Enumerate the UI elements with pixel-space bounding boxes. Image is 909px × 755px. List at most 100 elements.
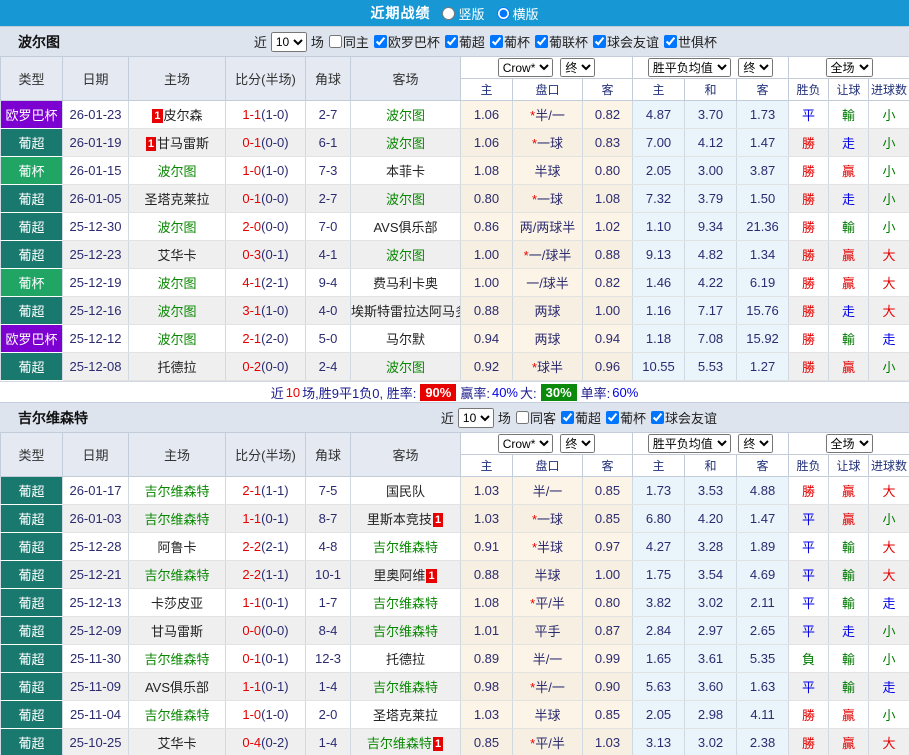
team-section-home: 波尔图 近 10 场同主 欧罗巴杯 葡超 葡杯 葡联杯 球会友谊 世俱杯 类型 日期 主场 比分…: [0, 26, 909, 402]
corners-cell: 2-4: [305, 352, 351, 381]
corners-cell: 4-8: [305, 532, 351, 561]
odds-stage-select[interactable]: 终: [560, 58, 596, 77]
checkbox[interactable]: [663, 35, 677, 48]
avg-draw-cell: 7.17: [684, 296, 738, 325]
home-team-cell: 1 皮尔森: [128, 100, 226, 129]
home-odds-cell: 0.94: [460, 324, 513, 353]
avg-stage-select[interactable]: 终: [738, 434, 774, 453]
score-cell: 0-3(0-1): [225, 240, 306, 269]
team-link: 波尔图: [157, 164, 197, 179]
avg-home-cell: 7.00: [632, 128, 686, 157]
filter-checkbox-label: 葡杯: [503, 35, 530, 50]
handicap-text: 两球: [534, 304, 561, 319]
bookmaker-select[interactable]: Crow*: [497, 434, 553, 453]
avg-draw-cell: 4.22: [684, 268, 738, 297]
avg-home-cell: 5.63: [632, 672, 686, 701]
goals-result-cell: 小: [868, 352, 909, 381]
match-row: 葡超 25-11-30 吉尔维森特 0-1(0-1) 12-3 托德拉 0.89 半/一 0.9…: [0, 644, 909, 673]
fulltime-score: 1-1: [242, 595, 262, 610]
away-odds-cell: 0.85: [581, 700, 634, 729]
avg-type-select[interactable]: 胜平负均值: [647, 58, 731, 77]
checkbox[interactable]: [489, 35, 503, 48]
checkbox[interactable]: [650, 411, 664, 424]
home-odds-cell: 0.98: [460, 672, 513, 701]
date-cell: 26-01-19: [62, 128, 129, 157]
away-team-cell: 埃斯特雷拉达阿马多拉: [350, 296, 461, 325]
team-link: 吉尔维森特: [144, 708, 210, 723]
avg-home-cell: 1.46: [632, 268, 686, 297]
fulltime-score: 0-3: [242, 247, 262, 262]
games-label: 场: [310, 35, 324, 50]
filter-checkbox-葡联杯[interactable]: 葡联杯: [534, 32, 588, 51]
checkbox[interactable]: [592, 35, 606, 48]
odds-stage-select[interactable]: 终: [560, 434, 596, 453]
avg-home-cell: 10.55: [632, 352, 686, 381]
filter-checkbox-葡超[interactable]: 葡超: [444, 32, 485, 51]
competition-type-cell: 欧罗巴杯: [0, 324, 63, 353]
checkbox[interactable]: [444, 35, 458, 48]
away-team-cell: 吉尔维森特: [350, 532, 461, 561]
checkbox[interactable]: [534, 35, 548, 48]
bookmaker-select[interactable]: Crow*: [497, 58, 553, 77]
checkbox[interactable]: [560, 411, 574, 424]
goals-result-cell: 走: [868, 324, 909, 353]
away-team-cell: 吉尔维森特: [350, 588, 461, 617]
recent-count-select[interactable]: 10: [457, 407, 494, 428]
filter-checkbox-label: 球会友谊: [606, 35, 659, 50]
filter-checkbox-同主[interactable]: 同主: [328, 32, 369, 51]
filter-checkbox-欧罗巴杯[interactable]: 欧罗巴杯: [373, 32, 440, 51]
away-odds-cell: 1.02: [581, 212, 634, 241]
recent-count-select[interactable]: 10: [270, 31, 307, 52]
handicap-cell: *一球: [512, 504, 583, 533]
checkbox[interactable]: [515, 411, 529, 424]
away-odds-cell: 1.08: [581, 184, 634, 213]
handicap-cell: *球半: [512, 352, 583, 381]
home-team-cell: 吉尔维森特: [128, 700, 226, 729]
team-link: 波尔图: [385, 192, 425, 207]
score-cell: 0-2(0-0): [225, 352, 306, 381]
handicap-cell: 半球: [512, 156, 583, 185]
filter-checkbox-球会友谊[interactable]: 球会友谊: [650, 408, 717, 427]
avg-away-cell: 2.11: [736, 588, 790, 617]
avg-type-select[interactable]: 胜平负均值: [647, 434, 731, 453]
filter-checkbox-葡杯[interactable]: 葡杯: [605, 408, 646, 427]
handicap-cell: *一球: [512, 184, 583, 213]
away-odds-cell: 0.90: [581, 672, 634, 701]
handicap-result-cell: 贏: [828, 156, 870, 185]
filter-checkbox-世俱杯[interactable]: 世俱杯: [663, 32, 717, 51]
home-odds-cell: 1.00: [460, 240, 513, 269]
scope-select[interactable]: 全场: [825, 434, 873, 453]
horizontal-radio[interactable]: [496, 6, 510, 20]
handicap-text: 平/半: [535, 736, 565, 751]
filter-checkbox-葡超[interactable]: 葡超: [560, 408, 601, 427]
col-corners: 角球: [305, 432, 351, 477]
score-cell: 1-1(0-1): [225, 504, 306, 533]
checkbox[interactable]: [605, 411, 619, 424]
checkbox[interactable]: [373, 35, 387, 48]
date-cell: 26-01-23: [62, 100, 129, 129]
vertical-radio[interactable]: [442, 6, 456, 20]
handicap-result-cell: 贏: [828, 728, 870, 755]
result-cell: 平: [788, 588, 830, 617]
scope-select[interactable]: 全场: [825, 58, 873, 77]
home-team-cell: 吉尔维森特: [128, 560, 226, 589]
result-cell: 平: [788, 616, 830, 645]
halftime-score: (0-0): [261, 219, 289, 234]
handicap-text: 半/一: [532, 484, 563, 499]
checkbox[interactable]: [328, 35, 342, 48]
avg-stage-select[interactable]: 终: [738, 58, 774, 77]
score-cell: 1-1(1-0): [225, 100, 306, 129]
layout-radio-vertical[interactable]: 竖版: [442, 4, 485, 23]
halftime-score: (1-1): [261, 483, 289, 498]
home-odds-cell: 0.92: [460, 352, 513, 381]
filter-checkbox-球会友谊[interactable]: 球会友谊: [592, 32, 659, 51]
col-result: 胜负: [788, 78, 830, 101]
avg-away-cell: 1.47: [736, 504, 790, 533]
filter-checkbox-葡杯[interactable]: 葡杯: [489, 32, 530, 51]
summary-segment: 近: [270, 385, 284, 401]
filter-checkbox-同客[interactable]: 同客: [515, 408, 556, 427]
layout-radio-horizontal[interactable]: 横版: [496, 4, 539, 23]
avg-home-cell: 1.73: [632, 476, 686, 505]
summary-segment: 10: [285, 384, 301, 400]
avg-away-cell: 15.76: [736, 296, 790, 325]
